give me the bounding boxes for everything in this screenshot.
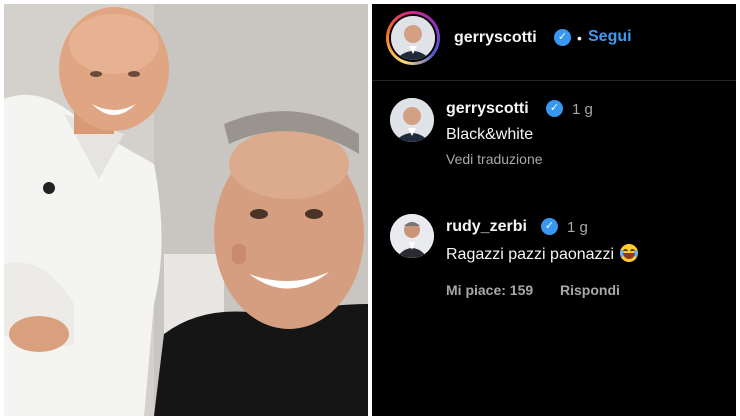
- likes-count[interactable]: Mi piace: 159: [446, 282, 533, 298]
- comment-item: rudy_zerbi ✓ 1 g Ragazzi pazzi paonazzi …: [372, 214, 736, 304]
- author-username[interactable]: gerryscotti: [454, 29, 537, 47]
- comment-time: 1 g: [567, 219, 588, 236]
- comment-username[interactable]: gerryscotti: [446, 100, 529, 118]
- comment-text: Black&white: [446, 126, 534, 143]
- comment-text-row: Ragazzi pazzi paonazzi: [446, 244, 639, 264]
- see-translation-link[interactable]: Vedi traduzione: [446, 151, 543, 167]
- header-divider: [372, 80, 736, 81]
- follow-button[interactable]: Segui: [588, 28, 632, 46]
- author-avatar[interactable]: [391, 16, 435, 60]
- commenter-avatar[interactable]: [390, 214, 434, 258]
- comment-item: gerryscotti ✓ 1 g Black&white Vedi tradu…: [372, 98, 736, 168]
- post-header: gerryscotti ✓ • Segui: [372, 4, 736, 76]
- selfie-image: [4, 4, 368, 416]
- commenter-avatar[interactable]: [390, 98, 434, 142]
- comment-text: Ragazzi pazzi paonazzi: [446, 246, 615, 263]
- verified-badge-icon: ✓: [541, 218, 558, 235]
- comment-time: 1 g: [572, 101, 593, 118]
- verified-badge-icon: ✓: [554, 29, 571, 46]
- story-ring[interactable]: [386, 11, 440, 65]
- grinning-tears-emoji-icon: [620, 244, 639, 262]
- instagram-panel: gerryscotti ✓ • Segui gerryscotti ✓ 1 g …: [372, 4, 736, 416]
- reply-button[interactable]: Rispondi: [560, 282, 620, 298]
- post-photo: [4, 4, 368, 416]
- verified-badge-icon: ✓: [546, 100, 563, 117]
- separator-dot: •: [577, 30, 582, 46]
- comment-username[interactable]: rudy_zerbi: [446, 218, 527, 236]
